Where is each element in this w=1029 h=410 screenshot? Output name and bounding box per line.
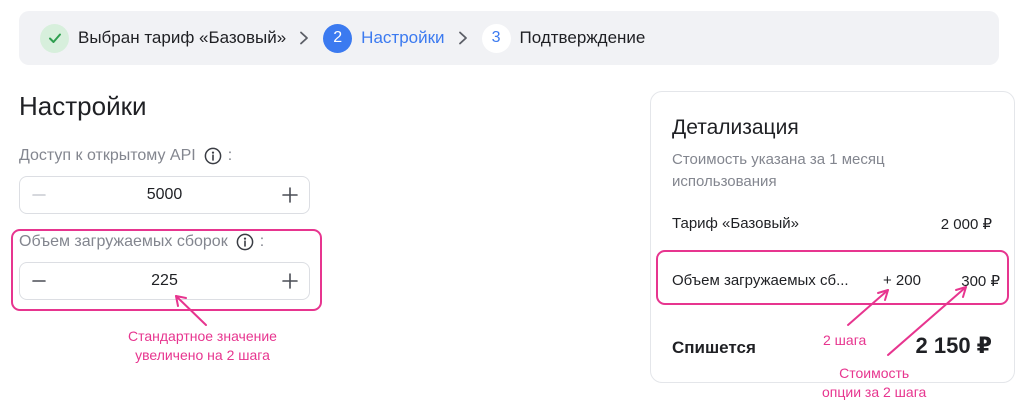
chevron-right-icon [458, 31, 468, 45]
annotation-option-cost: Стоимость опции за 2 шага [822, 365, 927, 400]
page-title: Настройки [19, 91, 147, 121]
info-icon[interactable] [204, 147, 222, 165]
checkout-stepper: Выбран тариф «Базовый» 2 Настройки 3 Под… [19, 11, 999, 65]
step-number-badge: 2 [323, 23, 353, 53]
builds-highlight [11, 229, 322, 311]
details-subtitle: Стоимость указана за 1 месяц использован… [672, 151, 885, 190]
step-tariff[interactable]: Выбран тариф «Базовый» [40, 23, 287, 53]
step-settings[interactable]: 2 Настройки [323, 23, 445, 53]
api-access-label: Доступ к открытому API : [19, 147, 232, 165]
step-confirmation[interactable]: 3 Подтверждение [481, 23, 646, 53]
total-value: 2 150 ₽ [915, 333, 992, 358]
builds-row-highlight [656, 250, 1009, 305]
api-access-label-text: Доступ к открытому API [19, 147, 196, 164]
details-title: Детализация [672, 116, 799, 139]
step-number-badge: 3 [481, 23, 511, 53]
step-confirmation-label: Подтверждение [519, 28, 646, 47]
label-colon: : [227, 147, 233, 164]
annotation-default-value: Стандартное значение увеличено на 2 шага [128, 328, 277, 363]
api-access-value[interactable]: 5000 [147, 186, 183, 204]
check-icon [40, 23, 69, 53]
total-label: Спишется [672, 338, 756, 357]
step-settings-label: Настройки [361, 28, 445, 47]
step-tariff-label: Выбран тариф «Базовый» [78, 28, 287, 47]
decrement-button[interactable] [20, 177, 58, 213]
tariff-row-value: 2 000 ₽ [940, 216, 992, 233]
annotation-steps: 2 шага [823, 332, 867, 348]
chevron-right-icon [299, 31, 309, 45]
tariff-row-label: Тариф «Базовый» [672, 215, 799, 232]
api-access-stepper: 5000 [19, 176, 310, 214]
increment-button[interactable] [271, 177, 309, 213]
